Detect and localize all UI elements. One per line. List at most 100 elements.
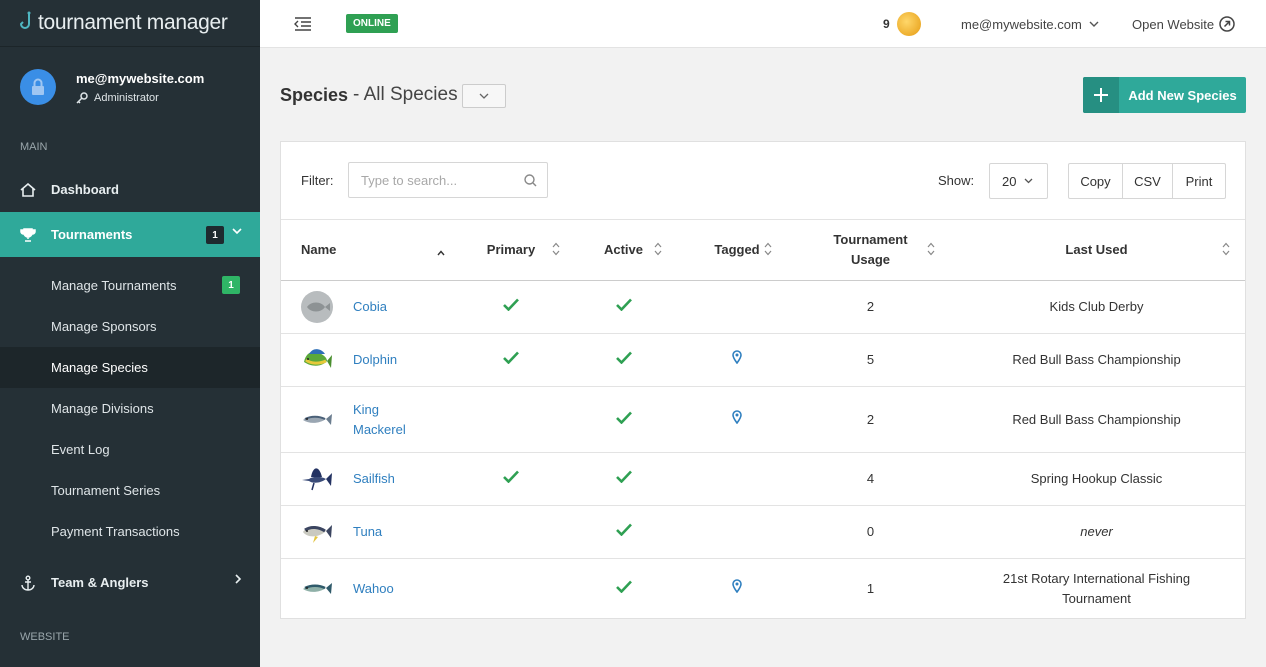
sub-item-label: Manage Divisions xyxy=(51,401,154,416)
sidebar-item-manage-sponsors[interactable]: Manage Sponsors xyxy=(0,306,260,347)
search-icon[interactable] xyxy=(524,174,537,190)
sort-both-icon xyxy=(1222,242,1230,262)
table-row: Sailfish 4 Spring Hookup Classic xyxy=(281,452,1245,506)
chevron-down-icon xyxy=(1025,178,1033,184)
cell-tagged xyxy=(681,333,793,387)
sort-both-icon xyxy=(654,242,662,262)
header-label: Tagged xyxy=(714,242,760,257)
nav-item-team-anglers[interactable]: Team & Anglers xyxy=(0,560,260,605)
header-label: Last Used xyxy=(1065,242,1128,257)
user-role: Administrator xyxy=(94,91,159,104)
add-new-species-button[interactable]: Add New Species xyxy=(1083,77,1246,113)
column-header-name[interactable]: Name xyxy=(281,219,456,281)
manage-tournaments-badge: 1 xyxy=(222,276,240,294)
species-link[interactable]: Tuna xyxy=(353,522,382,542)
header-label: Primary xyxy=(486,242,536,257)
species-name-line2: Mackerel xyxy=(353,421,406,437)
search-input[interactable] xyxy=(348,162,548,198)
species-name-line1: King xyxy=(353,401,380,417)
sidebar-item-manage-tournaments[interactable]: Manage Tournaments 1 xyxy=(0,265,260,306)
cell-tagged xyxy=(681,559,793,619)
sidebar-item-tournament-series[interactable]: Tournament Series xyxy=(0,470,260,511)
topbar: ONLINE 9 me@mywebsite.com Open Website xyxy=(260,0,1266,48)
sort-both-icon xyxy=(552,242,560,262)
species-filter-dropdown[interactable] xyxy=(462,84,506,108)
last-used-line2: Tournament xyxy=(1062,590,1131,606)
check-icon xyxy=(615,470,632,486)
map-pin-icon xyxy=(732,409,742,427)
brand[interactable]: tournament manager xyxy=(0,0,260,47)
user-menu[interactable]: me@mywebsite.com xyxy=(961,17,1099,32)
cell-active xyxy=(566,505,681,559)
table-row: Wahoo 1 21st Rotary International Fishin… xyxy=(281,559,1245,619)
sidebar-item-payment-transactions[interactable]: Payment Transactions xyxy=(0,511,260,552)
sort-both-icon xyxy=(927,242,935,262)
species-link[interactable]: Cobia xyxy=(353,297,387,317)
sidebar-item-manage-species[interactable]: Manage Species xyxy=(0,347,260,388)
check-icon xyxy=(503,351,519,367)
sub-item-label: Manage Tournaments xyxy=(51,278,177,293)
cell-primary xyxy=(456,559,566,619)
cell-primary xyxy=(456,452,566,506)
user-role-row: Administrator xyxy=(76,92,204,104)
trophy-icon xyxy=(20,227,36,242)
sort-both-icon xyxy=(764,242,772,262)
plus-icon xyxy=(1083,77,1119,113)
cell-last-used: Kids Club Derby xyxy=(948,280,1245,334)
coin-icon[interactable] xyxy=(897,12,921,36)
column-header-last-used[interactable]: Last Used xyxy=(948,219,1245,281)
csv-button[interactable]: CSV xyxy=(1123,164,1173,198)
table-row: Tuna 0 never xyxy=(281,505,1245,559)
copy-button[interactable]: Copy xyxy=(1069,164,1123,198)
species-link[interactable]: Sailfish xyxy=(353,469,395,489)
menu-toggle-icon[interactable] xyxy=(294,16,312,32)
cell-usage: 1 xyxy=(866,580,875,596)
column-header-tagged[interactable]: Tagged xyxy=(681,219,793,281)
cell-tagged xyxy=(681,386,793,453)
nav-item-dashboard[interactable]: Dashboard xyxy=(0,167,260,212)
sidebar-item-event-log[interactable]: Event Log xyxy=(0,429,260,470)
page-size-select[interactable]: 20 xyxy=(989,163,1048,199)
nav-item-label: Tournaments xyxy=(51,227,133,242)
add-new-species-label: Add New Species xyxy=(1128,87,1237,103)
map-pin-icon xyxy=(732,578,742,596)
cell-last-used: Red Bull Bass Championship xyxy=(948,333,1245,387)
sub-item-label: Tournament Series xyxy=(51,483,161,498)
column-header-active[interactable]: Active xyxy=(566,219,681,281)
open-website-link[interactable]: Open Website xyxy=(1132,16,1235,32)
cell-name: Dolphin xyxy=(281,333,456,387)
chevron-down-icon xyxy=(479,93,489,99)
check-icon xyxy=(615,523,632,539)
coin-count: 9 xyxy=(883,17,890,31)
tournaments-count-badge: 1 xyxy=(206,226,224,244)
species-link[interactable]: Dolphin xyxy=(353,350,397,370)
cell-last-used: Spring Hookup Classic xyxy=(948,452,1245,506)
table-row: Dolphin 5 Red Bull Bass Championship xyxy=(281,333,1245,387)
table-header-row: Name Primary Active Tagged Tournament Us… xyxy=(281,219,1245,281)
check-icon xyxy=(503,298,519,314)
cell-primary xyxy=(456,386,566,453)
sidebar-item-manage-divisions[interactable]: Manage Divisions xyxy=(0,388,260,429)
column-header-primary[interactable]: Primary xyxy=(456,219,566,281)
table-row: Cobia 2 Kids Club Derby xyxy=(281,280,1245,334)
cell-usage: 2 xyxy=(793,280,948,334)
cell-primary xyxy=(456,505,566,559)
dolphin-fish-icon xyxy=(304,349,332,368)
print-button[interactable]: Print xyxy=(1173,164,1225,198)
home-icon xyxy=(20,182,36,197)
cell-usage: 2 xyxy=(793,386,948,453)
cell-name: King Mackerel xyxy=(281,386,456,453)
avatar[interactable] xyxy=(20,69,56,105)
species-link[interactable]: Wahoo xyxy=(353,579,394,599)
species-panel: Filter: Show: 20 Copy CSV Print Name Pri… xyxy=(280,141,1246,619)
sub-item-label: Event Log xyxy=(51,442,110,457)
cell-name: Tuna xyxy=(281,505,456,559)
column-header-tournament-usage[interactable]: Tournament Usage xyxy=(793,219,948,281)
cell-primary xyxy=(456,280,566,334)
header-label: Active xyxy=(603,242,644,257)
nav-item-tournaments[interactable]: Tournaments 1 xyxy=(0,212,260,257)
cell-active xyxy=(566,280,681,334)
user-profile: me@mywebsite.com Administrator xyxy=(0,47,260,127)
species-link[interactable]: King Mackerel xyxy=(353,400,406,440)
cell-active xyxy=(566,386,681,453)
